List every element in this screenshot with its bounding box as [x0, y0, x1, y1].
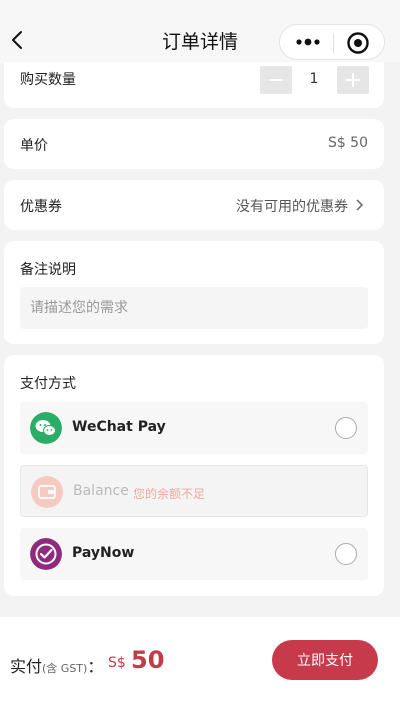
more-icon[interactable] — [292, 33, 324, 51]
payment-option-balance: Balance 您的余额不足 — [20, 465, 368, 517]
remark-input[interactable] — [20, 287, 368, 329]
pay-now-button[interactable]: 立即支付 — [272, 640, 378, 680]
wallet-icon — [31, 476, 63, 508]
payment-option-name: PayNow — [72, 545, 135, 561]
gst-note: (含 GST) — [42, 662, 88, 675]
navigation-bar: 订单详情 — [0, 0, 400, 62]
quantity-increase-button[interactable] — [337, 66, 369, 94]
payment-option-name: WeChat Pay — [72, 419, 166, 435]
total-amount: 50 — [131, 646, 165, 674]
remark-label: 备注说明 — [20, 262, 76, 278]
paynow-radio[interactable] — [335, 543, 357, 565]
unit-price-value: S$ 50 — [327, 135, 368, 151]
quantity-decrease-button[interactable] — [260, 66, 292, 94]
remark-card: 备注说明 — [4, 241, 384, 344]
payment-label: 支付方式 — [20, 376, 76, 392]
total-currency: S$ — [108, 655, 126, 671]
wechat-pay-icon — [30, 412, 62, 444]
payment-option-paynow[interactable]: PayNow — [20, 528, 368, 580]
unit-price-card: 单价 S$ 50 — [4, 119, 384, 169]
unit-price-label: 单价 — [20, 138, 48, 154]
checkout-bar: 实付(含 GST)： S$ 50 立即支付 — [0, 617, 400, 712]
coupon-label: 优惠券 — [20, 199, 62, 215]
chevron-right-icon — [356, 199, 364, 211]
coupon-card[interactable]: 优惠券 没有可用的优惠券 — [4, 180, 384, 230]
paynow-icon — [30, 538, 62, 570]
insufficient-balance-note: 您的余额不足 — [133, 487, 206, 501]
total-label: 实付(含 GST)： — [10, 653, 103, 677]
capsule-divider — [333, 33, 334, 53]
close-miniprogram-icon[interactable] — [346, 31, 370, 55]
payment-option-name: Balance — [73, 483, 129, 499]
quantity-label: 购买数量 — [20, 72, 76, 88]
coupon-value: 没有可用的优惠券 — [236, 199, 348, 215]
mini-program-capsule — [279, 24, 385, 60]
total-colon: ： — [87, 657, 104, 676]
quantity-value[interactable]: 1 — [291, 71, 337, 87]
total-label-text: 实付 — [10, 657, 43, 676]
wechat-pay-radio[interactable] — [335, 417, 357, 439]
payment-option-wechat[interactable]: WeChat Pay — [20, 402, 368, 454]
payment-card: 支付方式 WeChat Pay Balance 您的余额不足 PayNow — [4, 355, 384, 596]
